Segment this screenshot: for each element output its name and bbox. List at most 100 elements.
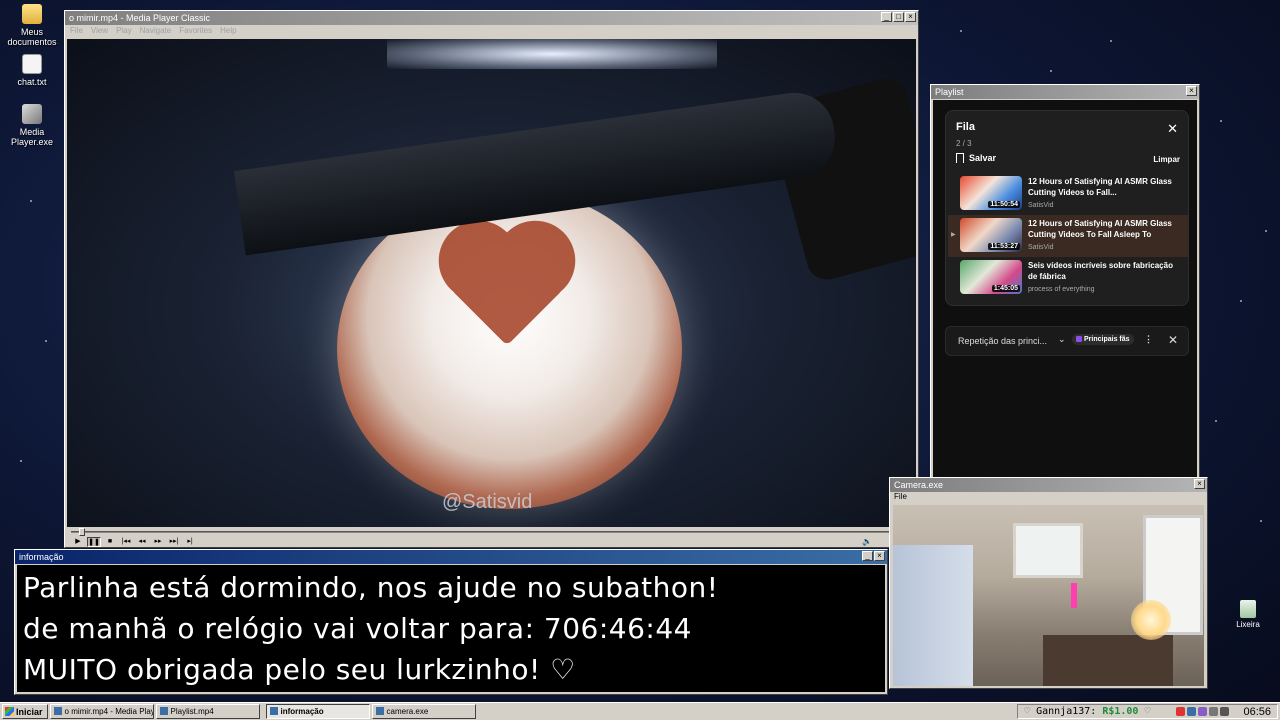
seek-thumb[interactable]: [79, 528, 86, 536]
window-title: o mimir.mp4 - Media Player Classic: [69, 13, 211, 23]
stop-icon[interactable]: ■: [103, 537, 117, 547]
info-line: de manhã o relógio vai voltar para: 706:…: [23, 612, 692, 645]
pause-icon[interactable]: ❚❚: [87, 537, 101, 547]
seek-bar[interactable]: [67, 527, 916, 537]
frame-step-icon[interactable]: ▸|: [183, 537, 197, 547]
close-button[interactable]: ×: [874, 551, 885, 561]
camera-window: Camera.exe × File: [889, 477, 1208, 689]
taskbar-item-label: camera.exe: [386, 707, 429, 716]
video-thumbnail: 11:50:54: [960, 176, 1022, 210]
menu-favorites[interactable]: Favorites: [179, 25, 212, 37]
heart-icon: ♡: [1144, 706, 1151, 717]
playlist-titlebar[interactable]: Playlist ×: [931, 85, 1199, 99]
camera-titlebar[interactable]: Camera.exe ×: [890, 478, 1207, 492]
duration-badge: 11:53:27: [988, 243, 1020, 250]
menu-help[interactable]: Help: [220, 25, 236, 37]
queue-item-title: 12 Hours of Satisfying AI ASMR Glass Cut…: [1028, 219, 1172, 239]
taskbar-item-camera[interactable]: camera.exe: [371, 704, 476, 719]
camera-icon: [375, 707, 384, 715]
duration-badge: 1:45:05: [991, 285, 1020, 292]
menu-play[interactable]: Play: [116, 25, 132, 37]
save-label: Salvar: [969, 153, 997, 163]
menu-view[interactable]: View: [91, 25, 108, 37]
close-button[interactable]: ×: [1194, 479, 1205, 489]
queue-item[interactable]: 11:50:54 12 Hours of Satisfying AI ASMR …: [948, 173, 1188, 215]
folder-icon: [22, 4, 42, 24]
desktop-icon-label: Media Player.exe: [10, 127, 54, 147]
video-frame-light: [387, 39, 717, 69]
tray-icons: [1176, 707, 1230, 716]
play-icon[interactable]: ▶: [71, 537, 85, 547]
desktop-icon-media-player[interactable]: Media Player.exe: [0, 104, 64, 147]
info-titlebar[interactable]: informação _ ×: [15, 550, 887, 564]
window-title: informação: [19, 552, 64, 562]
playlist-icon: [159, 707, 168, 715]
video-thumbnail: 11:53:27: [960, 218, 1022, 252]
desktop-icon-my-documents[interactable]: Meus documentos: [0, 4, 64, 47]
shield-icon[interactable]: [1176, 707, 1186, 716]
now-playing-icon: ▶: [951, 232, 956, 238]
camera-scene-light: [1071, 583, 1077, 608]
menu-navigate[interactable]: Navigate: [140, 25, 172, 37]
fast-forward-icon[interactable]: ▸▸: [151, 537, 165, 547]
minimize-button[interactable]: _: [862, 551, 873, 561]
skip-forward-icon[interactable]: ▸▸|: [167, 537, 181, 547]
donor-name: Gannja137:: [1036, 706, 1097, 717]
volume-icon[interactable]: 🔈: [862, 537, 872, 546]
info-line: Parlinha está dormindo, nos ajude no sub…: [23, 571, 719, 604]
queue-item-current[interactable]: ▶ 11:53:27 12 Hours of Satisfying AI ASM…: [948, 215, 1188, 257]
playlist-window: Playlist × Fila 2 / 3 ✕ Salvar Limpar 11…: [930, 84, 1200, 480]
donation-amount: R$1.00: [1102, 706, 1139, 717]
menu-file[interactable]: File: [70, 25, 83, 37]
start-button[interactable]: Iniciar: [2, 704, 48, 719]
menu-bar: File View Play Navigate Favorites Help: [65, 25, 918, 37]
chevron-down-icon[interactable]: ⌄: [1058, 334, 1066, 345]
queue-item[interactable]: 1:45:05 Seis vídeos incríveis sobre fabr…: [948, 257, 1188, 299]
taskbar-item-playlist[interactable]: Playlist.mp4: [155, 704, 260, 719]
maximize-button[interactable]: □: [893, 12, 904, 22]
save-button[interactable]: Salvar: [956, 153, 996, 163]
chat-icon[interactable]: [1198, 707, 1208, 716]
network-icon[interactable]: [1187, 707, 1197, 716]
media-player-titlebar[interactable]: o mimir.mp4 - Media Player Classic _ □ ×: [65, 11, 918, 25]
window-title: Playlist: [935, 87, 964, 97]
volume-icon[interactable]: [1209, 707, 1219, 716]
recycle-bin-icon: [1240, 600, 1256, 618]
windows-logo-icon: [5, 707, 14, 716]
desktop-icon-chat-txt[interactable]: chat.txt: [0, 54, 64, 87]
queue-item-channel: process of everything: [1028, 286, 1095, 293]
top-fans-badge[interactable]: Principais fãs: [1072, 334, 1134, 345]
rewind-icon[interactable]: ◂◂: [135, 537, 149, 547]
queue-count: 2 / 3: [956, 139, 972, 148]
minimize-button[interactable]: _: [881, 12, 892, 22]
taskbar-item-label: o mimir.mp4 - Media Player...: [64, 707, 154, 716]
duration-badge: 11:50:54: [988, 201, 1020, 208]
media-player-icon: [53, 707, 62, 715]
close-button[interactable]: ×: [1186, 86, 1197, 96]
desktop-icon-recycle-bin[interactable]: Lixeira: [1232, 600, 1264, 629]
taskbar-item-info[interactable]: informação: [265, 704, 370, 719]
skip-back-icon[interactable]: |◂◂: [119, 537, 133, 547]
queue-item-channel: SatisVid: [1028, 244, 1054, 251]
console-icon: [269, 707, 278, 715]
text-file-icon: [22, 54, 42, 74]
camera-scene-curtain: [893, 545, 973, 686]
video-area[interactable]: @Satisvid: [67, 39, 916, 527]
camera-scene-lamp: [1131, 600, 1171, 640]
close-icon[interactable]: ✕: [1167, 121, 1178, 137]
queue-item-title: Seis vídeos incríveis sobre fabricação d…: [1028, 261, 1173, 281]
menu-file[interactable]: File: [894, 492, 907, 501]
close-button[interactable]: ×: [905, 12, 916, 22]
more-options-icon[interactable]: ⋮: [1144, 334, 1153, 345]
clock: 06:56: [1243, 705, 1271, 718]
close-icon[interactable]: ✕: [1168, 333, 1178, 347]
media-player-window: o mimir.mp4 - Media Player Classic _ □ ×…: [64, 10, 919, 548]
repeat-label[interactable]: Repetição das princi...: [958, 336, 1047, 346]
video-thumbnail: 1:45:05: [960, 260, 1022, 294]
taskbar-item-media-player[interactable]: o mimir.mp4 - Media Player...: [49, 704, 154, 719]
start-label: Iniciar: [16, 706, 43, 717]
playback-controls: ▶ ❚❚ ■ |◂◂ ◂◂ ▸▸ ▸▸| ▸| 🔈: [67, 537, 916, 547]
app-icon[interactable]: [1220, 707, 1230, 716]
clear-button[interactable]: Limpar: [1153, 155, 1180, 164]
camera-scene-table: [1043, 635, 1173, 686]
